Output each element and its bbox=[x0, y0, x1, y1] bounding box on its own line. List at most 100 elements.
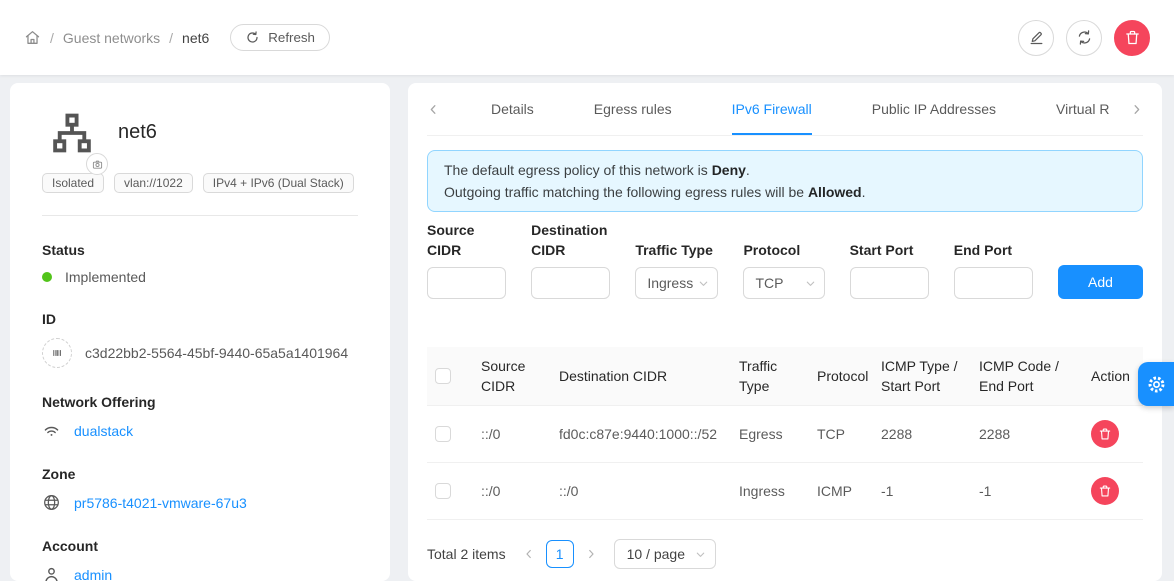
page: / Guest networks / net6 Refresh bbox=[0, 0, 1174, 581]
cell-destination-cidr: fd0c:c87e:9440:1000::/52 bbox=[551, 406, 731, 463]
breadcrumb-guest-networks[interactable]: Guest networks bbox=[63, 30, 160, 46]
tabs-scroll-right-icon[interactable] bbox=[1109, 103, 1143, 116]
row-checkbox[interactable] bbox=[435, 483, 451, 499]
refresh-button[interactable]: Refresh bbox=[230, 24, 330, 51]
tab-ipv6-firewall[interactable]: IPv6 Firewall bbox=[732, 83, 812, 135]
breadcrumb: / Guest networks / net6 Refresh bbox=[24, 24, 330, 51]
pagination-total: Total 2 items bbox=[427, 546, 506, 562]
edit-button[interactable] bbox=[1018, 20, 1054, 56]
globe-icon bbox=[42, 493, 61, 512]
cell-icmp-code-end-port: -1 bbox=[971, 463, 1083, 520]
col-protocol: Protocol bbox=[809, 347, 873, 406]
trash-icon bbox=[1098, 484, 1112, 498]
alert-line-1: The default egress policy of this networ… bbox=[444, 159, 1126, 181]
start-port-input[interactable] bbox=[850, 267, 929, 299]
trash-icon bbox=[1124, 29, 1141, 46]
breadcrumb-separator: / bbox=[50, 30, 54, 46]
col-source-cidr: Source CIDR bbox=[473, 347, 551, 406]
barcode-icon bbox=[42, 338, 72, 368]
sync-icon bbox=[1076, 29, 1093, 46]
col-icmp-type-start-port: ICMP Type / Start Port bbox=[873, 347, 971, 406]
id-value: c3d22bb2-5564-45bf-9440-65a5a1401964 bbox=[85, 345, 348, 361]
content: net6 Isolated vlan://1022 IPv4 + IPv6 (D… bbox=[0, 75, 1174, 581]
resource-header: net6 bbox=[34, 111, 366, 155]
delete-rule-button[interactable] bbox=[1091, 477, 1119, 505]
protocol-label: Protocol bbox=[743, 240, 824, 260]
wifi-icon bbox=[42, 421, 61, 440]
network-apartment-icon bbox=[50, 111, 94, 155]
cell-source-cidr: ::/0 bbox=[473, 463, 551, 520]
home-icon[interactable] bbox=[24, 29, 41, 46]
detail-panel: Details Egress rules IPv6 Firewall Publi… bbox=[408, 83, 1162, 581]
id-label: ID bbox=[42, 311, 366, 327]
top-bar: / Guest networks / net6 Refresh bbox=[0, 0, 1174, 75]
cell-protocol: TCP bbox=[809, 406, 873, 463]
chevron-down-icon bbox=[695, 549, 706, 560]
pagination-prev-icon[interactable] bbox=[520, 548, 538, 560]
zone-link[interactable]: pr5786-t4021-vmware-67u3 bbox=[74, 495, 247, 511]
topbar-actions bbox=[1018, 20, 1150, 56]
account-link[interactable]: admin bbox=[74, 567, 112, 581]
sidebar-divider bbox=[42, 215, 358, 216]
col-traffic-type: Traffic Type bbox=[731, 347, 809, 406]
end-port-input[interactable] bbox=[954, 267, 1033, 299]
pencil-icon bbox=[1028, 29, 1045, 46]
row-checkbox[interactable] bbox=[435, 426, 451, 442]
protocol-select[interactable]: TCP bbox=[743, 267, 824, 299]
network-offering-label: Network Offering bbox=[42, 394, 366, 410]
network-offering-link[interactable]: dualstack bbox=[74, 423, 133, 439]
restart-button[interactable] bbox=[1066, 20, 1102, 56]
tab-egress-rules[interactable]: Egress rules bbox=[594, 83, 672, 135]
gear-icon bbox=[1146, 374, 1167, 395]
breadcrumb-net6: net6 bbox=[182, 30, 209, 46]
camera-icon[interactable] bbox=[86, 153, 108, 175]
tag-stack: IPv4 + IPv6 (Dual Stack) bbox=[203, 173, 354, 193]
col-action: Action bbox=[1083, 347, 1143, 406]
account-section: Account admin bbox=[42, 538, 366, 581]
chevron-down-icon bbox=[805, 278, 816, 289]
user-icon bbox=[42, 565, 61, 581]
tab-bar: Details Egress rules IPv6 Firewall Publi… bbox=[427, 83, 1143, 136]
refresh-label: Refresh bbox=[268, 30, 315, 45]
resource-title: net6 bbox=[118, 121, 157, 144]
source-cidr-label: Source CIDR bbox=[427, 220, 506, 260]
breadcrumb-separator: / bbox=[169, 30, 173, 46]
cell-destination-cidr: ::/0 bbox=[551, 463, 731, 520]
cell-icmp-code-end-port: 2288 bbox=[971, 406, 1083, 463]
pagination: Total 2 items 1 10 / page bbox=[427, 539, 1143, 569]
status-value: Implemented bbox=[65, 269, 146, 285]
cell-traffic-type: Egress bbox=[731, 406, 809, 463]
delete-network-button[interactable] bbox=[1114, 20, 1150, 56]
end-port-label: End Port bbox=[954, 240, 1033, 260]
id-section: ID c3d22bb2-5564-45bf-9440-65a5a1401964 bbox=[42, 311, 366, 368]
account-label: Account bbox=[42, 538, 366, 554]
cell-traffic-type: Ingress bbox=[731, 463, 809, 520]
delete-rule-button[interactable] bbox=[1091, 420, 1119, 448]
resource-tags: Isolated vlan://1022 IPv4 + IPv6 (Dual S… bbox=[42, 173, 366, 193]
tab-details[interactable]: Details bbox=[491, 83, 534, 135]
zone-section: Zone pr5786-t4021-vmware-67u3 bbox=[42, 466, 366, 512]
table-row: ::/0 fd0c:c87e:9440:1000::/52 Egress TCP… bbox=[427, 406, 1143, 463]
page-size-select[interactable]: 10 / page bbox=[614, 539, 716, 569]
source-cidr-input[interactable] bbox=[427, 267, 506, 299]
tag-vlan: vlan://1022 bbox=[114, 173, 193, 193]
network-offering-section: Network Offering dualstack bbox=[42, 394, 366, 440]
pagination-next-icon[interactable] bbox=[582, 548, 600, 560]
add-rule-button[interactable]: Add bbox=[1058, 265, 1143, 299]
pagination-page-1[interactable]: 1 bbox=[546, 540, 574, 568]
col-icmp-code-end-port: ICMP Code / End Port bbox=[971, 347, 1083, 406]
resource-sidebar: net6 Isolated vlan://1022 IPv4 + IPv6 (D… bbox=[10, 83, 390, 581]
start-port-label: Start Port bbox=[850, 240, 929, 260]
destination-cidr-input[interactable] bbox=[531, 267, 610, 299]
tab-public-ip-addresses[interactable]: Public IP Addresses bbox=[872, 83, 996, 135]
select-all-checkbox[interactable] bbox=[435, 368, 451, 384]
settings-fab[interactable] bbox=[1138, 362, 1174, 406]
status-dot-icon bbox=[42, 272, 52, 282]
tabs-scroll-left-icon[interactable] bbox=[427, 103, 461, 116]
add-rule-form: Source CIDR Destination CIDR Traffic Typ… bbox=[427, 220, 1143, 299]
chevron-down-icon bbox=[698, 278, 709, 289]
traffic-type-select[interactable]: Ingress bbox=[635, 267, 718, 299]
table-header-row: Source CIDR Destination CIDR Traffic Typ… bbox=[427, 347, 1143, 406]
tabs: Details Egress rules IPv6 Firewall Publi… bbox=[461, 83, 1109, 135]
tab-virtual-routers[interactable]: Virtual Routers bbox=[1056, 83, 1109, 135]
